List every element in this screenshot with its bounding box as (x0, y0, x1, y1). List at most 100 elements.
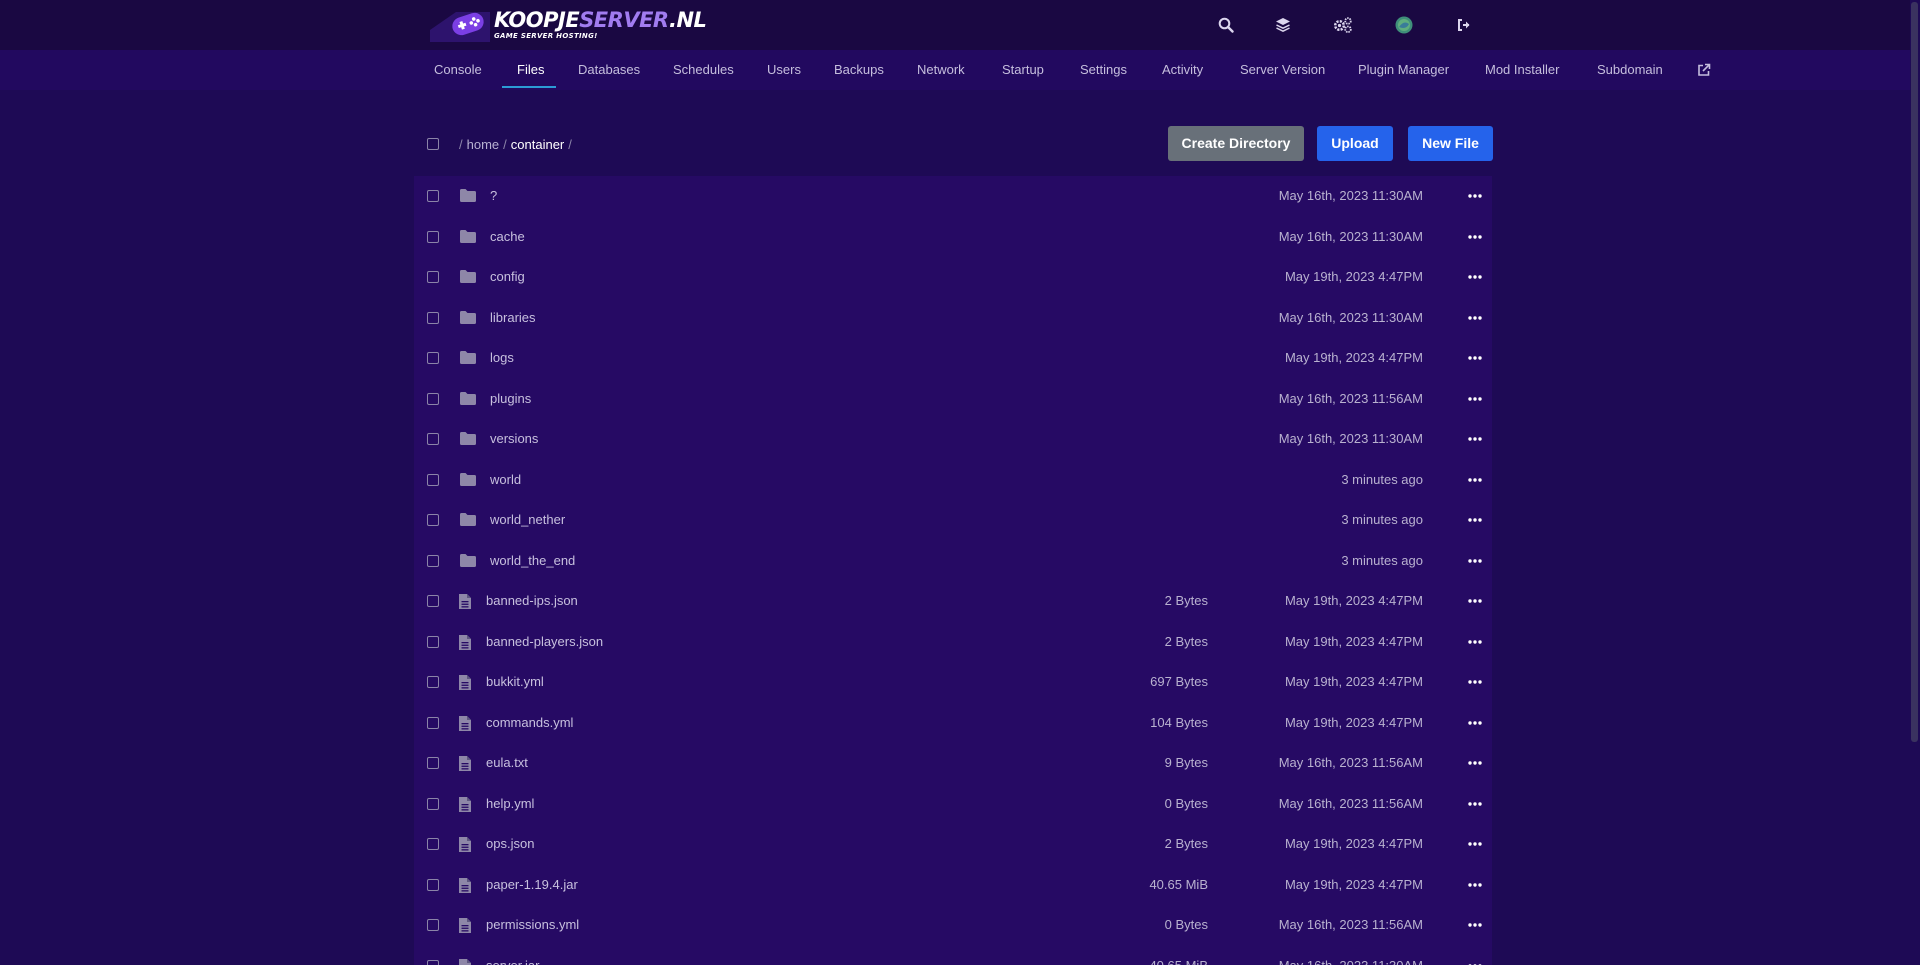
upload-button[interactable]: Upload (1317, 126, 1393, 161)
file-name[interactable]: banned-ips.json (486, 581, 578, 621)
more-options-icon[interactable] (1464, 595, 1486, 607)
row-checkbox[interactable] (427, 878, 439, 891)
row-checkbox[interactable] (427, 311, 439, 324)
folder-row[interactable]: world_the_end 3 minutes ago (414, 541, 1492, 581)
row-checkbox[interactable] (427, 838, 439, 850)
row-checkbox[interactable] (427, 554, 439, 567)
more-options-icon[interactable] (1464, 717, 1486, 729)
more-options-icon[interactable] (1464, 555, 1486, 567)
select-all-checkbox[interactable] (427, 138, 439, 150)
row-checkbox[interactable] (427, 676, 439, 688)
brand-logo[interactable]: KOOPJESERVER.NL GAME SERVER HOSTING! (430, 6, 707, 44)
row-checkbox[interactable] (427, 230, 439, 243)
file-row[interactable]: commands.yml 104 Bytes May 19th, 2023 4:47… (414, 703, 1492, 743)
row-checkbox[interactable] (427, 271, 439, 283)
tab-plugin-manager[interactable]: Plugin Manager (1358, 50, 1449, 90)
folder-row[interactable]: libraries May 16th, 2023 11:30AM (414, 298, 1492, 338)
tab-users[interactable]: Users (767, 50, 801, 90)
breadcrumb-current[interactable]: container (511, 137, 564, 152)
tab-activity[interactable]: Activity (1162, 50, 1203, 90)
create-directory-button[interactable]: Create Directory (1168, 126, 1304, 161)
more-options-icon[interactable] (1464, 879, 1486, 891)
more-options-icon[interactable] (1464, 352, 1486, 364)
row-checkbox[interactable] (427, 352, 439, 364)
file-name[interactable]: world (490, 460, 521, 500)
search-icon[interactable] (1214, 13, 1238, 37)
sign-out-icon[interactable] (1452, 13, 1476, 37)
row-checkbox[interactable] (427, 716, 439, 729)
folder-row[interactable]: world 3 minutes ago (414, 460, 1492, 500)
tab-settings[interactable]: Settings (1080, 50, 1127, 90)
row-checkbox[interactable] (427, 514, 439, 526)
more-options-icon[interactable] (1464, 312, 1486, 324)
row-checkbox[interactable] (427, 635, 439, 648)
tab-console[interactable]: Console (434, 50, 482, 90)
folder-row[interactable]: config May 19th, 2023 4:47PM (414, 257, 1492, 297)
file-row[interactable]: server.jar 40.65 MiB May 16th, 2023 11:30A… (414, 946, 1492, 965)
file-name[interactable]: bukkit.yml (486, 662, 544, 702)
file-name[interactable]: world_nether (490, 500, 565, 540)
file-name[interactable]: plugins (490, 379, 531, 419)
file-name[interactable]: eula.txt (486, 743, 528, 783)
row-checkbox[interactable] (427, 433, 439, 445)
more-options-icon[interactable] (1464, 433, 1486, 445)
more-options-icon[interactable] (1464, 960, 1486, 965)
layers-icon[interactable] (1271, 13, 1295, 37)
more-options-icon[interactable] (1464, 676, 1486, 688)
row-checkbox[interactable] (427, 757, 439, 769)
more-options-icon[interactable] (1464, 271, 1486, 283)
tab-server-version[interactable]: Server Version (1240, 50, 1325, 90)
file-name[interactable]: paper-1.19.4.jar (486, 865, 578, 905)
more-options-icon[interactable] (1464, 919, 1486, 931)
tab-databases[interactable]: Databases (578, 50, 640, 90)
more-options-icon[interactable] (1464, 474, 1486, 486)
folder-row[interactable]: ? May 16th, 2023 11:30AM (414, 176, 1492, 216)
file-row[interactable]: eula.txt 9 Bytes May 16th, 2023 11:56AM (414, 743, 1492, 783)
tab-files[interactable]: Files (517, 50, 544, 90)
row-checkbox[interactable] (427, 797, 439, 810)
file-name[interactable]: libraries (490, 298, 536, 338)
file-row[interactable]: ops.json 2 Bytes May 19th, 2023 4:47PM (414, 824, 1492, 864)
avatar[interactable] (1392, 13, 1416, 37)
file-name[interactable]: world_the_end (490, 541, 575, 581)
file-name[interactable]: server.jar (486, 946, 539, 965)
row-checkbox[interactable] (427, 473, 439, 486)
row-checkbox[interactable] (427, 959, 439, 965)
file-row[interactable]: help.yml 0 Bytes May 16th, 2023 11:56AM (414, 784, 1492, 824)
row-checkbox[interactable] (427, 190, 439, 202)
external-link-icon[interactable] (1697, 63, 1711, 77)
tab-subdomain[interactable]: Subdomain (1597, 50, 1663, 90)
more-options-icon[interactable] (1464, 798, 1486, 810)
file-name[interactable]: banned-players.json (486, 622, 603, 662)
file-name[interactable]: permissions.yml (486, 905, 579, 945)
file-row[interactable]: permissions.yml 0 Bytes May 16th, 2023 11:… (414, 905, 1492, 945)
more-options-icon[interactable] (1464, 190, 1486, 202)
file-row[interactable]: bukkit.yml 697 Bytes May 19th, 2023 4:47PM (414, 662, 1492, 702)
file-name[interactable]: ? (490, 176, 497, 216)
file-name[interactable]: cache (490, 217, 525, 257)
more-options-icon[interactable] (1464, 231, 1486, 243)
file-name[interactable]: logs (490, 338, 514, 378)
row-checkbox[interactable] (427, 392, 439, 405)
more-options-icon[interactable] (1464, 757, 1486, 769)
file-name[interactable]: versions (490, 419, 538, 459)
cogs-icon[interactable] (1331, 13, 1355, 37)
breadcrumb-home[interactable]: home (467, 137, 500, 152)
file-row[interactable]: banned-ips.json 2 Bytes May 19th, 2023 4:4… (414, 581, 1492, 621)
more-options-icon[interactable] (1464, 838, 1486, 850)
scrollbar-thumb[interactable] (1911, 2, 1918, 742)
folder-row[interactable]: cache May 16th, 2023 11:30AM (414, 217, 1492, 257)
tab-startup[interactable]: Startup (1002, 50, 1044, 90)
new-file-button[interactable]: New File (1408, 126, 1493, 161)
folder-row[interactable]: logs May 19th, 2023 4:47PM (414, 338, 1492, 378)
tab-mod-installer[interactable]: Mod Installer (1485, 50, 1559, 90)
tab-schedules[interactable]: Schedules (673, 50, 734, 90)
folder-row[interactable]: world_nether 3 minutes ago (414, 500, 1492, 540)
more-options-icon[interactable] (1464, 514, 1486, 526)
more-options-icon[interactable] (1464, 636, 1486, 648)
row-checkbox[interactable] (427, 595, 439, 607)
file-name[interactable]: config (490, 257, 525, 297)
more-options-icon[interactable] (1464, 393, 1486, 405)
file-row[interactable]: banned-players.json 2 Bytes May 19th, 2023… (414, 622, 1492, 662)
folder-row[interactable]: plugins May 16th, 2023 11:56AM (414, 379, 1492, 419)
